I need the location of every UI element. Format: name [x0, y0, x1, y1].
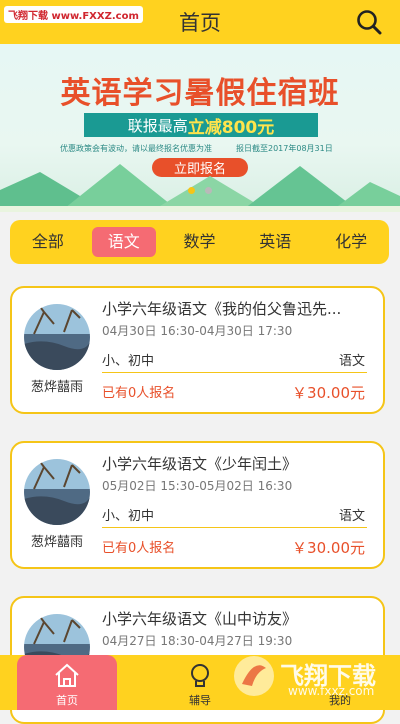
course-subject: 语文 [338, 509, 365, 524]
card-divider [102, 527, 367, 528]
course-title: 小学六年级语文《少年闰土》 [102, 455, 298, 473]
course-time: 05月02日 15:30-05月02日 16:30 [102, 479, 293, 493]
tab-mine[interactable]: 我的 [290, 655, 390, 710]
teacher-avatar [24, 459, 90, 525]
course-grade: 小、初中 [102, 354, 155, 369]
enroll-count: 已有0人报名 [102, 541, 176, 556]
course-card[interactable]: 葱烨囍雨 小学六年级语文《少年闰土》 05月02日 15:30-05月02日 1… [10, 441, 385, 569]
promo-banner[interactable]: 英语学习暑假住宿班 联报最高 立减800元 优惠政策会有波动，请以最终报名优惠为… [0, 44, 400, 212]
banner-hills-illustration [0, 164, 400, 212]
course-subject: 语文 [338, 354, 365, 369]
tab-tutoring[interactable]: 辅导 [150, 655, 250, 710]
course-title: 小学六年级语文《我的伯父鲁迅先... [102, 300, 342, 318]
banner-note-right: 报日截至2017年08月31日 [236, 144, 333, 153]
course-price: ￥30.00元 [292, 539, 365, 557]
carousel-dot-active[interactable] [188, 187, 195, 194]
banner-ribbon: 联报最高 立减800元 [84, 113, 318, 138]
teacher-name: 葱烨囍雨 [30, 380, 83, 395]
bottom-tab-bar: 首页 辅导 我的 [0, 655, 400, 710]
lightbulb-icon [191, 664, 209, 687]
tab-home[interactable]: 首页 [17, 655, 117, 710]
card-divider [102, 372, 367, 373]
course-card[interactable]: 葱烨囍雨 小学六年级语文《我的伯父鲁迅先... 04月30日 16:30-04月… [10, 286, 385, 414]
course-grade: 小、初中 [102, 509, 155, 524]
filter-tab-all[interactable]: 全部 [10, 227, 86, 257]
subject-filter-bar: 全部 语文 数学 英语 化学 [10, 220, 389, 264]
teacher-avatar [24, 304, 90, 370]
tab-label: 辅导 [189, 694, 211, 707]
course-price: ￥30.00元 [292, 384, 365, 402]
home-icon [55, 663, 79, 687]
search-icon[interactable] [356, 9, 382, 35]
course-time: 04月30日 16:30-04月30日 17:30 [102, 324, 293, 338]
filter-tab-math[interactable]: 数学 [162, 227, 238, 257]
ribbon-prefix: 联报最高 [127, 116, 188, 135]
ribbon-highlight: 立减800元 [187, 117, 275, 138]
tab-label: 我的 [329, 694, 351, 707]
banner-headline: 英语学习暑假住宿班 [60, 76, 340, 111]
page-title: 首页 [179, 11, 221, 35]
teacher-name: 葱烨囍雨 [30, 535, 83, 550]
course-time: 04月27日 18:30-04月27日 19:30 [102, 634, 293, 648]
filter-tab-chinese[interactable]: 语文 [91, 227, 156, 257]
filter-tab-english[interactable]: 英语 [237, 227, 313, 257]
carousel-dot[interactable] [205, 187, 212, 194]
filter-tab-chemistry[interactable]: 化学 [313, 227, 389, 257]
course-title: 小学六年级语文《山中访友》 [102, 610, 298, 628]
enroll-count: 已有0人报名 [102, 386, 176, 401]
tab-label: 首页 [56, 694, 78, 707]
watermark-logo: 飞翔下载 www.FXXZ.com [4, 6, 143, 23]
banner-note-left: 优惠政策会有波动，请以最终报名优惠为准 [60, 144, 212, 153]
